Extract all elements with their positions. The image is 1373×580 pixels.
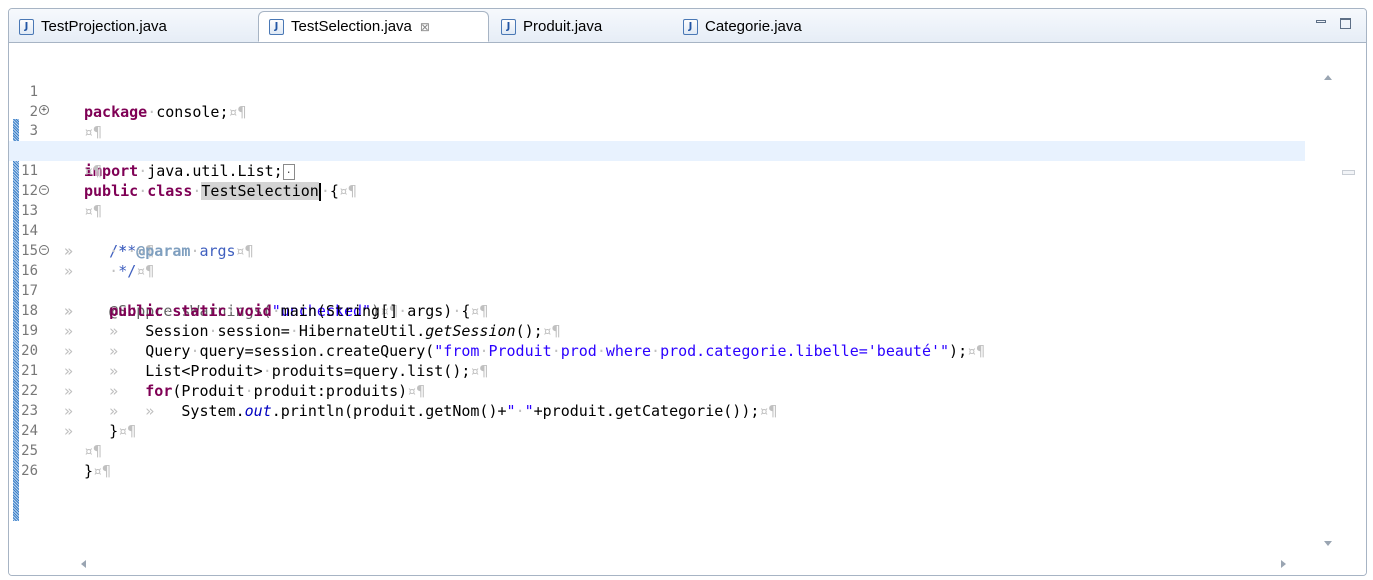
tab-testselection[interactable]: J TestSelection.java ⊠ xyxy=(258,11,489,42)
code-line: 12 ¤¶ xyxy=(9,161,1305,220)
close-icon[interactable]: ⊠ xyxy=(420,20,430,34)
code-line: 1 package·console;¤¶ xyxy=(9,62,1305,121)
code-line: 2 ¤¶ xyxy=(9,82,1305,141)
minimize-icon[interactable] xyxy=(1315,18,1329,30)
line-number: 26 xyxy=(21,463,38,479)
code-line: 17 » public·static·void·main(String[]·ar… xyxy=(9,261,1305,320)
code-line: 13 − » /**¤¶ xyxy=(9,181,1305,260)
maximize-icon[interactable] xyxy=(1339,18,1353,30)
overview-mark[interactable] xyxy=(1342,170,1355,175)
java-file-icon: J xyxy=(19,18,34,35)
tab-label: TestProjection.java xyxy=(41,18,167,35)
code-line: 26 xyxy=(9,441,1305,479)
code-line: 10 ¤¶ xyxy=(9,121,1305,180)
editor-tab-bar: J TestProjection.java J TestSelection.ja… xyxy=(9,9,1366,43)
code-line: 21 » » for(Produit·produit:produits)¤¶ xyxy=(9,341,1305,400)
java-file-icon: J xyxy=(683,18,698,35)
tab-label: Produit.java xyxy=(523,18,603,35)
code-line: 14 » ·*·@param·args¤¶ xyxy=(9,201,1305,260)
editor-frame: J TestProjection.java J TestSelection.ja… xyxy=(8,8,1367,576)
fold-expand-icon[interactable]: + xyxy=(39,105,49,115)
scroll-left-arrow-icon[interactable] xyxy=(81,560,86,568)
fold-collapse-icon[interactable]: − xyxy=(39,245,49,255)
scroll-up-arrow-icon[interactable] xyxy=(1324,75,1332,80)
scroll-down-arrow-icon[interactable] xyxy=(1324,541,1332,546)
code-line: 22 » » » System.out.println(produit.getN… xyxy=(9,361,1305,420)
code-line: 16 − » @SuppressWarnings("unchecked")¤¶ xyxy=(9,241,1305,320)
code-line: 23 » }¤¶ xyxy=(9,381,1305,440)
code-line: 24 ¤¶ xyxy=(9,401,1305,460)
java-file-icon: J xyxy=(269,18,284,35)
tab-label: Categorie.java xyxy=(705,18,802,35)
code-line: 3 + import·java.util.List;. xyxy=(9,101,1305,180)
eclipse-editor-window: J TestProjection.java J TestSelection.ja… xyxy=(0,0,1373,580)
tab-testprojection[interactable]: J TestProjection.java xyxy=(9,12,256,41)
code-line: 19 » » Query·query=session.createQuery("… xyxy=(9,301,1305,360)
scroll-right-arrow-icon[interactable] xyxy=(1281,560,1286,568)
overview-ruler[interactable] xyxy=(1339,43,1361,555)
code-line: 15 » ·*/¤¶ xyxy=(9,221,1305,280)
fold-collapse-icon[interactable]: − xyxy=(39,185,49,195)
tab-produit[interactable]: J Produit.java xyxy=(491,12,671,41)
tab-label: TestSelection.java xyxy=(291,18,412,35)
code-editor[interactable]: 1 package·console;¤¶ 2 ¤¶ 3 + import·jav… xyxy=(9,43,1366,575)
code-line: 20 » » List<Produit>·produits=query.list… xyxy=(9,321,1305,380)
java-file-icon: J xyxy=(501,18,516,35)
code-line-current: 11 public·class·TestSelection ·{¤¶ xyxy=(9,141,1305,201)
code-line: 25 }¤¶ xyxy=(9,421,1305,480)
code-line: 18 » » Session·session=·HibernateUtil.ge… xyxy=(9,281,1305,340)
horizontal-scrollbar[interactable] xyxy=(73,555,1315,573)
tab-categorie[interactable]: J Categorie.java xyxy=(673,12,873,41)
